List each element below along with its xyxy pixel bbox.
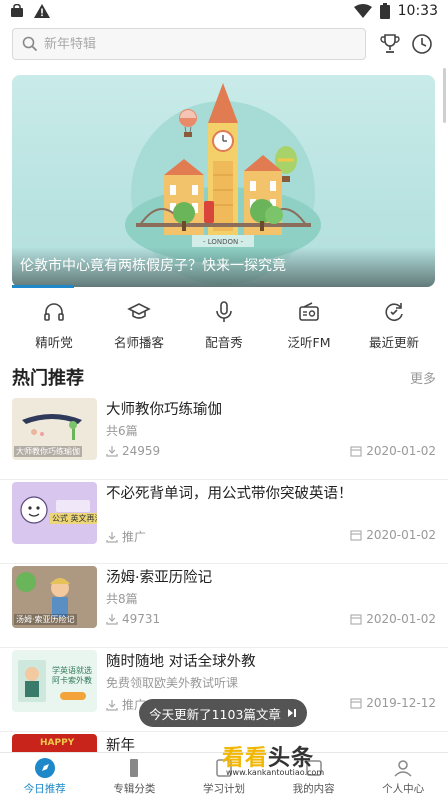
quick-nav-label: 名师播客 bbox=[113, 335, 164, 350]
item-meta-value: 49731 bbox=[122, 612, 161, 626]
battery-icon bbox=[379, 3, 390, 19]
quick-nav-label: 最近更新 bbox=[368, 335, 419, 350]
item-meta: 24959 bbox=[106, 444, 160, 458]
graduation-cap-icon bbox=[127, 303, 151, 319]
recommend-list: 大师教你巧练瑜伽 大师教你巧练瑜伽 共6篇 24959 2020-01-02 公… bbox=[0, 396, 448, 796]
next-track-icon bbox=[287, 709, 296, 717]
item-meta: 49731 bbox=[106, 612, 160, 626]
banner-caption-bar: 伦敦市中心竟有两栋假房子？快来一探究竟 bbox=[12, 247, 435, 287]
quick-nav-item-peiyinxiu[interactable]: 配音秀 bbox=[188, 300, 260, 358]
toast-text: 今天更新了1103篇文章 bbox=[149, 706, 281, 722]
user-icon bbox=[394, 760, 412, 777]
quick-nav-item-fantingfm[interactable]: 泛听FM bbox=[273, 300, 345, 358]
list-item[interactable]: 汤姆·索亚历险记 汤姆·索亚历险记 共8篇 49731 2020-01-02 bbox=[0, 564, 448, 648]
item-meta: 推广 bbox=[106, 528, 146, 545]
search-box[interactable] bbox=[12, 28, 366, 60]
download-icon bbox=[106, 699, 118, 711]
tab-albums[interactable]: 专辑分类 bbox=[90, 753, 180, 796]
list-item[interactable]: 公式 英文再没怕过! 不必死背单词，用公式带你突破英语！ 推广 2020-01-… bbox=[0, 480, 448, 564]
item-meta-value: 推广 bbox=[122, 530, 147, 544]
quick-nav: 精听党 名师播客 配音秀 泛听FM 最近更新 bbox=[0, 300, 448, 358]
watermark-url: www.kankantoutiao.com bbox=[226, 768, 325, 777]
refresh-icon bbox=[385, 303, 403, 321]
update-toast: 今天更新了1103篇文章 bbox=[139, 699, 307, 727]
calendar-icon bbox=[350, 614, 362, 625]
item-title: 随时随地 对话全球外教 bbox=[106, 654, 256, 670]
search-input[interactable] bbox=[44, 36, 344, 52]
tab-today[interactable]: 今日推荐 bbox=[0, 753, 90, 796]
item-date: 2019-12-12 bbox=[350, 696, 436, 710]
banner-carousel[interactable]: - LONDON - 伦敦市中心竟有两栋假房子？快来一探究竟 bbox=[12, 75, 435, 287]
item-thumbnail: 学英语就选 阿卡索外教 bbox=[12, 650, 97, 712]
headphones-icon bbox=[44, 303, 64, 321]
item-thumbnail: 汤姆·索亚历险记 bbox=[12, 566, 97, 628]
microphone-icon bbox=[216, 301, 232, 322]
item-sub: 免费领取欧美外教试听课 bbox=[106, 676, 239, 690]
item-sub: 共8篇 bbox=[106, 592, 138, 606]
item-thumbnail: 大师教你巧练瑜伽 bbox=[12, 398, 97, 460]
download-icon bbox=[106, 446, 118, 457]
radio-icon bbox=[299, 302, 319, 321]
item-title: 汤姆·索亚历险记 bbox=[106, 570, 213, 586]
thumb-label: 公式 英文再没怕过! bbox=[50, 513, 97, 524]
download-icon bbox=[106, 531, 118, 543]
item-date-value: 2019-12-12 bbox=[366, 696, 436, 710]
item-date-value: 2020-01-02 bbox=[366, 444, 436, 458]
album-icon bbox=[130, 759, 139, 777]
watermark: 看看头条 www.kankantoutiao.com bbox=[222, 740, 372, 780]
tab-label: 个人中心 bbox=[382, 783, 425, 795]
item-thumbnail: 公式 英文再没怕过! bbox=[12, 482, 97, 544]
thumb-label: HAPPY bbox=[40, 738, 75, 748]
calendar-icon bbox=[350, 530, 362, 541]
item-date-value: 2020-01-02 bbox=[366, 528, 436, 542]
quick-nav-item-mingshi[interactable]: 名师播客 bbox=[103, 300, 175, 358]
quick-nav-item-jingtingdang[interactable]: 精听党 bbox=[18, 300, 90, 358]
banner-indicator bbox=[12, 285, 74, 288]
quick-nav-label: 泛听FM bbox=[287, 335, 331, 350]
search-row bbox=[0, 26, 448, 64]
quick-nav-label: 配音秀 bbox=[205, 335, 243, 350]
item-date: 2020-01-02 bbox=[350, 444, 436, 458]
quick-nav-item-recent[interactable]: 最近更新 bbox=[358, 300, 430, 358]
bag-icon bbox=[11, 4, 23, 17]
quick-nav-label: 精听党 bbox=[35, 335, 73, 350]
item-date: 2020-01-02 bbox=[350, 612, 436, 626]
status-time: 10:33 bbox=[397, 3, 438, 19]
item-title: 不必死背单词，用公式带你突破英语！ bbox=[106, 486, 353, 502]
trophy-icon[interactable] bbox=[378, 32, 402, 56]
tab-label: 学习计划 bbox=[202, 783, 245, 795]
thumb-label: 大师教你巧练瑜伽 bbox=[14, 446, 82, 457]
item-meta-value: 24959 bbox=[122, 444, 161, 458]
clock-icon[interactable] bbox=[410, 32, 434, 56]
banner-sign-text: - LONDON - bbox=[203, 238, 244, 246]
item-sub: 共6篇 bbox=[106, 424, 138, 438]
warning-icon bbox=[34, 4, 50, 18]
item-date: 2020-01-02 bbox=[350, 528, 436, 542]
download-icon bbox=[106, 614, 118, 625]
search-icon bbox=[22, 36, 38, 52]
section-header: 热门推荐 更多 bbox=[0, 364, 448, 392]
more-link[interactable]: 更多 bbox=[410, 368, 436, 387]
section-title: 热门推荐 bbox=[12, 368, 84, 389]
scrollbar[interactable] bbox=[443, 68, 446, 123]
tab-label: 今日推荐 bbox=[23, 783, 66, 795]
thumb-label: 汤姆·索亚历险记 bbox=[14, 614, 77, 625]
thumb-label: 学英语就选 阿卡索外教 bbox=[52, 666, 92, 685]
wifi-icon bbox=[353, 4, 372, 18]
banner-caption: 伦敦市中心竟有两栋假房子？快来一探究竟 bbox=[20, 258, 286, 274]
calendar-icon bbox=[350, 446, 362, 457]
tab-label: 我的内容 bbox=[292, 783, 335, 795]
item-date-value: 2020-01-02 bbox=[366, 612, 436, 626]
item-title: 大师教你巧练瑜伽 bbox=[106, 402, 222, 418]
status-bar: 10:33 bbox=[0, 0, 448, 24]
tab-label: 专辑分类 bbox=[113, 783, 156, 795]
compass-icon bbox=[34, 758, 55, 778]
list-item[interactable]: 大师教你巧练瑜伽 大师教你巧练瑜伽 共6篇 24959 2020-01-02 bbox=[0, 396, 448, 480]
calendar-icon bbox=[350, 698, 362, 709]
